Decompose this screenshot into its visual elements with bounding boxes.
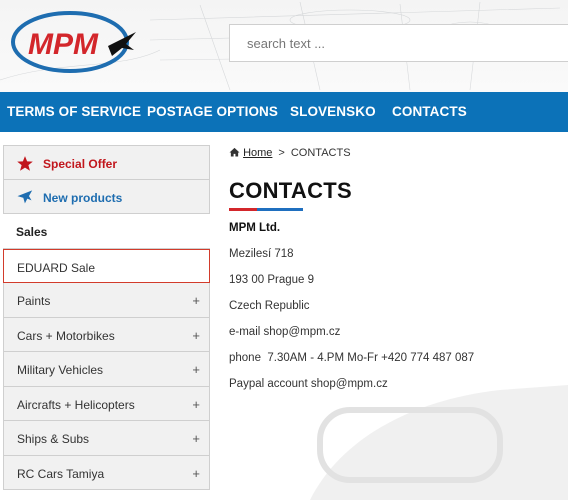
sidebar-item-ships-subs[interactable]: Ships & Subs + bbox=[3, 421, 210, 456]
address-city: 193 00 Prague 9 bbox=[229, 274, 315, 286]
contact-paypal: Paypal account shop@mpm.cz bbox=[229, 378, 388, 390]
breadcrumb-current: CONTACTS bbox=[290, 147, 351, 159]
main-nav: TERMS OF SERVICE POSTAGE OPTIONS SLOVENS… bbox=[0, 92, 568, 132]
sidebar-item-label: RC Cars Tamiya bbox=[17, 466, 105, 481]
breadcrumb-home-link[interactable]: Home bbox=[243, 147, 272, 159]
sidebar-item-label: Sales bbox=[16, 225, 48, 239]
address-street: Mezilesí 718 bbox=[229, 248, 294, 260]
sidebar-item-label: Ships & Subs bbox=[17, 432, 90, 446]
sidebar-item-label: EDUARD Sale bbox=[17, 260, 96, 275]
expand-icon[interactable]: + bbox=[192, 362, 200, 377]
title-underline bbox=[229, 208, 303, 211]
page-title: CONTACTS bbox=[229, 178, 352, 203]
expand-icon[interactable]: + bbox=[192, 328, 200, 343]
sidebar-heading-sales: Sales bbox=[3, 214, 210, 249]
sidebar-item-military-vehicles[interactable]: Military Vehicles + bbox=[3, 352, 210, 387]
nav-terms-of-service[interactable]: TERMS OF SERVICE bbox=[7, 104, 141, 119]
sidebar-item-label: Paints bbox=[17, 294, 51, 308]
expand-icon[interactable]: + bbox=[192, 466, 200, 481]
star-icon bbox=[16, 155, 34, 175]
airplane-icon bbox=[16, 189, 34, 209]
header: MPM search text ... bbox=[0, 0, 568, 92]
sidebar-item-cars-motorbikes[interactable]: Cars + Motorbikes + bbox=[3, 317, 210, 352]
home-icon bbox=[229, 147, 243, 159]
sidebar-item-eduard-sale[interactable]: EDUARD Sale bbox=[3, 248, 210, 283]
contact-email: e-mail shop@mpm.cz bbox=[229, 326, 341, 338]
expand-icon[interactable]: + bbox=[192, 293, 200, 308]
sidebar-item-special-offer[interactable]: Special Offer bbox=[3, 145, 210, 180]
expand-icon[interactable]: + bbox=[192, 397, 200, 412]
breadcrumb-separator: > bbox=[278, 147, 285, 159]
expand-icon[interactable]: + bbox=[192, 431, 200, 446]
sidebar: Special Offer New products Sales EDUARD … bbox=[3, 145, 210, 490]
sidebar-item-label: Special Offer bbox=[43, 157, 118, 171]
nav-slovensko[interactable]: SLOVENSKO bbox=[290, 104, 376, 119]
sidebar-item-aircrafts-helicopters[interactable]: Aircrafts + Helicopters + bbox=[3, 386, 210, 421]
nav-postage-options[interactable]: POSTAGE OPTIONS bbox=[147, 104, 278, 119]
sidebar-item-new-products[interactable]: New products bbox=[3, 179, 210, 214]
nav-contacts[interactable]: CONTACTS bbox=[392, 104, 467, 119]
address-country: Czech Republic bbox=[229, 300, 310, 312]
sidebar-item-paints[interactable]: Paints + bbox=[3, 283, 210, 318]
svg-text:MPM: MPM bbox=[28, 28, 99, 61]
sidebar-item-rc-cars-tamiya[interactable]: RC Cars Tamiya + bbox=[3, 455, 210, 490]
search-input[interactable]: search text ... bbox=[229, 24, 568, 62]
company-name: MPM Ltd. bbox=[229, 222, 281, 234]
breadcrumb: Home > CONTACTS bbox=[229, 147, 351, 159]
sidebar-item-label: New products bbox=[43, 190, 123, 205]
sidebar-item-label: Military Vehicles bbox=[17, 363, 104, 377]
contact-phone: phone 7.30AM - 4.PM Mo-Fr +420 774 487 0… bbox=[229, 352, 475, 364]
sidebar-item-label: Cars + Motorbikes bbox=[17, 328, 115, 343]
mpm-logo[interactable]: MPM bbox=[8, 6, 138, 76]
sidebar-item-label: Aircrafts + Helicopters bbox=[17, 397, 135, 412]
